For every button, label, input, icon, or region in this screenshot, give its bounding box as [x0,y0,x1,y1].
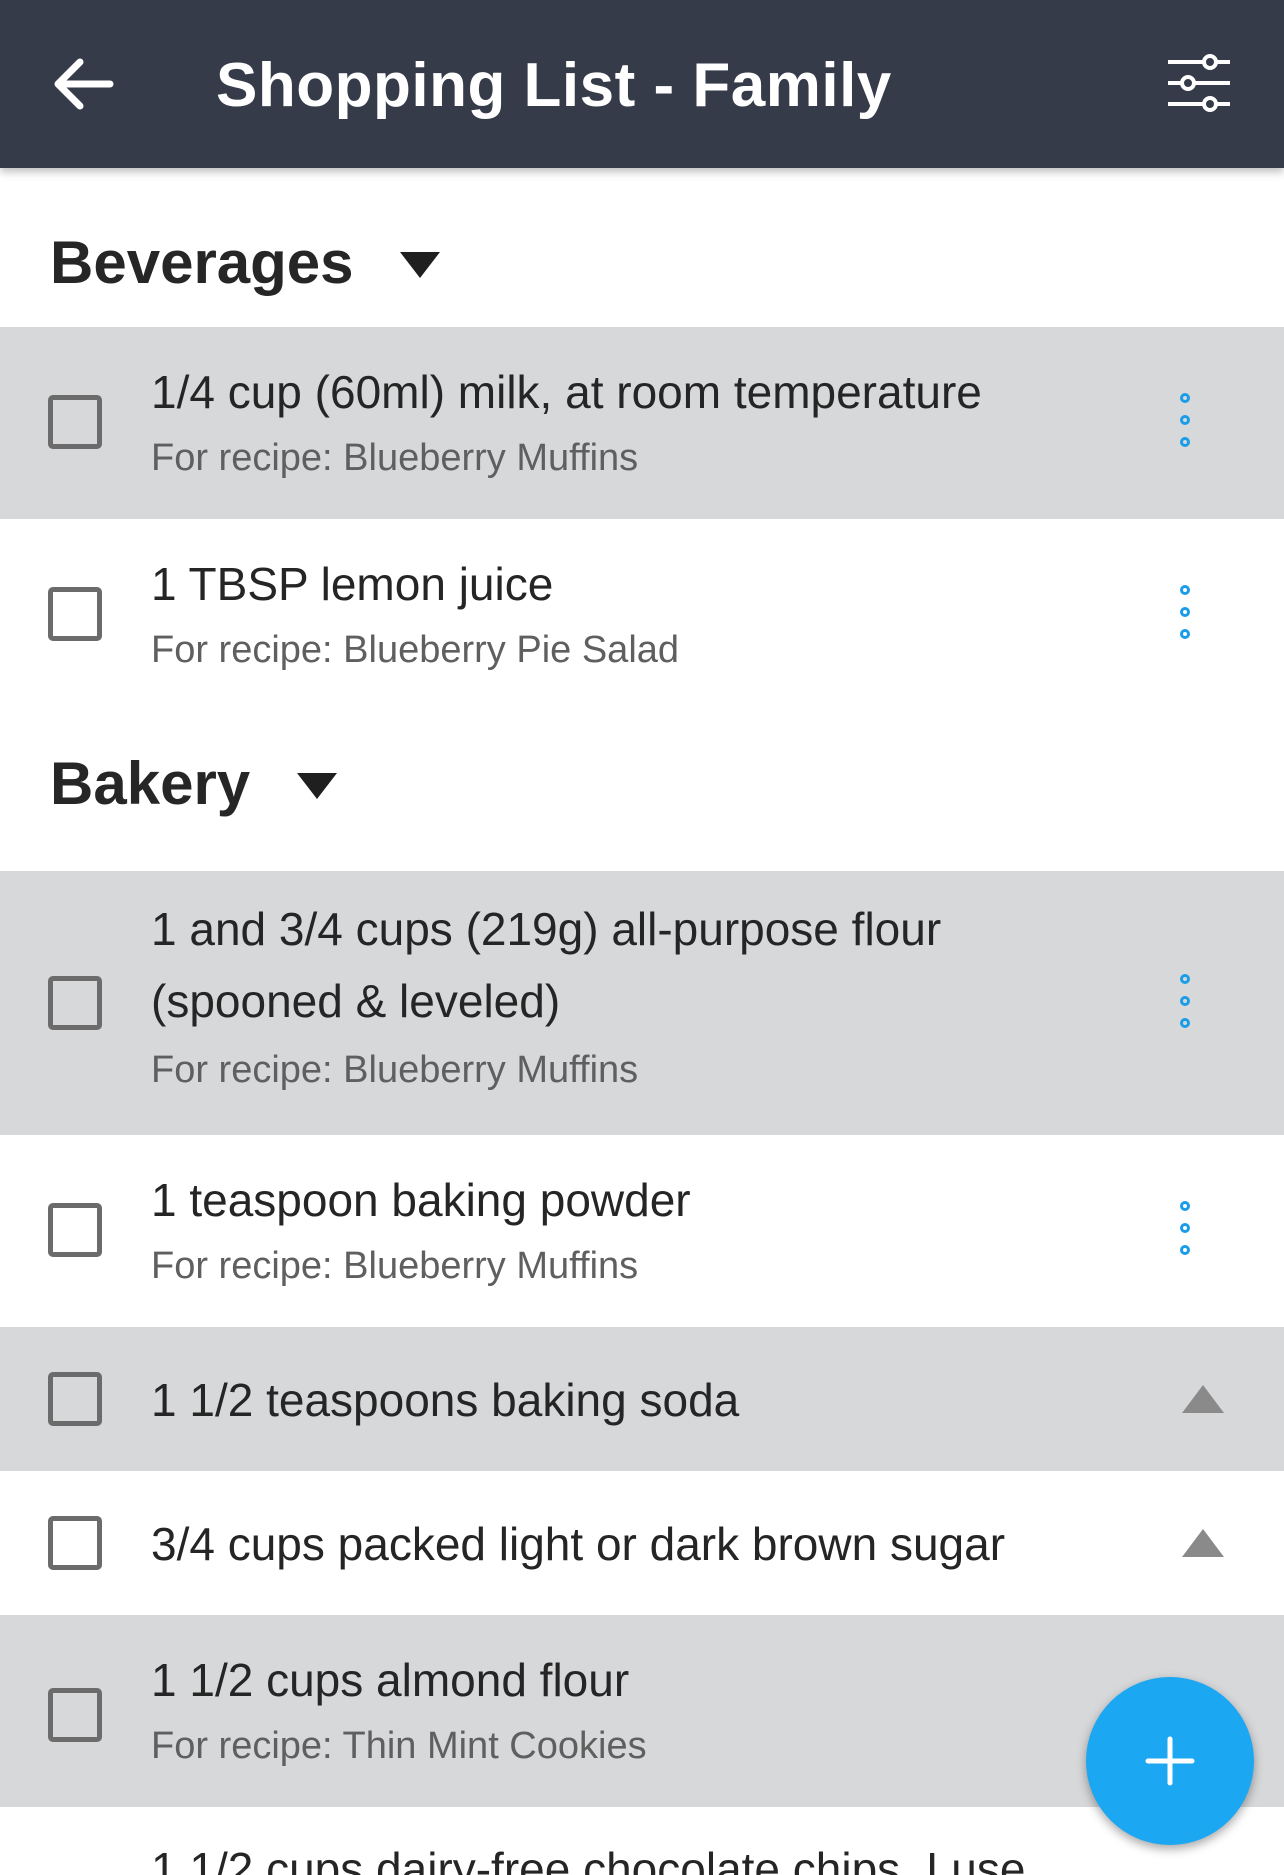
list-item[interactable]: 1 1/2 teaspoons baking soda [0,1327,1284,1471]
more-vert-icon[interactable] [1170,1201,1202,1261]
item-recipe: For recipe: Blueberry Muffins [151,437,639,479]
item-checkbox[interactable] [48,1688,102,1742]
item-name: 1 teaspoon baking powder [151,1174,691,1226]
list-item[interactable]: 1 teaspoon baking powder For recipe: Blu… [0,1135,1284,1327]
item-recipe: For recipe: Thin Mint Cookies [151,1725,647,1767]
caret-down-icon[interactable] [297,773,337,799]
sliders-icon[interactable] [1166,52,1232,114]
item-name: 1 TBSP lemon juice [151,558,554,610]
plus-icon [1145,1736,1195,1786]
list-item[interactable]: 3/4 cups packed light or dark brown suga… [0,1471,1284,1615]
section-header-beverages[interactable]: Beverages [0,168,1284,327]
list-item[interactable]: 1/4 cup (60ml) milk, at room temperature… [0,327,1284,519]
item-checkbox[interactable] [48,395,102,449]
item-name: 1 1/2 cups almond flour [151,1654,630,1706]
add-item-button[interactable] [1086,1677,1254,1845]
more-vert-icon[interactable] [1170,585,1202,645]
item-checkbox[interactable] [48,1372,102,1426]
more-vert-icon[interactable] [1170,393,1202,453]
list-item[interactable]: 1 1/2 cups dairy-free chocolate chips. I… [0,1807,1284,1875]
item-checkbox[interactable] [48,976,102,1030]
item-checkbox[interactable] [48,1516,102,1570]
item-checkbox[interactable] [48,1203,102,1257]
arrow-left-icon[interactable] [50,56,114,112]
page-title: Shopping List - Family [216,51,892,120]
section-header-bakery[interactable]: Bakery [0,711,1284,871]
shopping-list: Beverages 1/4 cup (60ml) milk, at room t… [0,168,1284,1875]
item-name: 1 1/2 cups dairy-free chocolate chips. I… [151,1843,1026,1875]
app-bar: Shopping List - Family [0,0,1284,168]
item-name: 1 and 3/4 cups (219g) all-purpose flour … [151,903,942,1027]
section-title: Beverages [50,229,354,296]
item-recipe: For recipe: Blueberry Muffins [151,1245,639,1287]
item-name: 1 1/2 teaspoons baking soda [151,1374,740,1426]
caret-down-icon[interactable] [400,252,440,278]
caret-up-icon[interactable] [1182,1529,1224,1557]
list-item[interactable]: 1 TBSP lemon juice For recipe: Blueberry… [0,519,1284,711]
section-title: Bakery [50,750,251,817]
item-recipe: For recipe: Blueberry Pie Salad [151,629,680,671]
item-name: 1/4 cup (60ml) milk, at room temperature [151,366,982,418]
list-item[interactable]: 1 and 3/4 cups (219g) all-purpose flour … [0,871,1284,1135]
item-checkbox[interactable] [48,587,102,641]
caret-up-icon[interactable] [1182,1385,1224,1413]
item-recipe: For recipe: Blueberry Muffins [151,1049,639,1091]
item-name: 3/4 cups packed light or dark brown suga… [151,1518,1006,1570]
more-vert-icon[interactable] [1170,974,1202,1034]
